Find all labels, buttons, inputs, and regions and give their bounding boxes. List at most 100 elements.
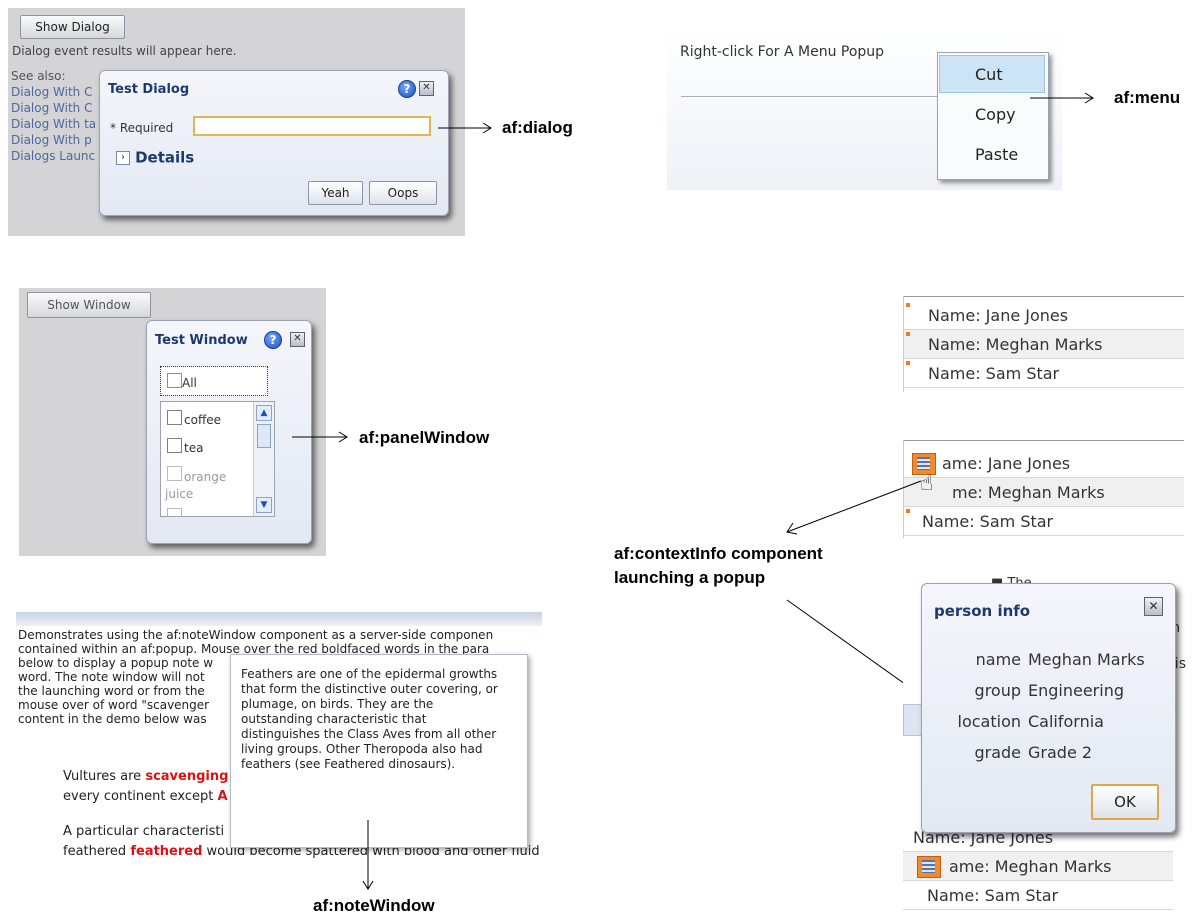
option-list[interactable]: coffee tea orange juice ▲ ▼ bbox=[160, 401, 275, 517]
show-window-button[interactable]: Show Window bbox=[27, 292, 151, 318]
context-marker bbox=[906, 332, 910, 336]
close-icon[interactable]: ✕ bbox=[1144, 597, 1163, 616]
context-menu: Cut Copy Paste bbox=[937, 52, 1049, 180]
details-label: Details bbox=[135, 148, 195, 167]
see-also-list: See also: Dialog With C Dialog With C Di… bbox=[11, 68, 96, 164]
note-header-bar bbox=[16, 612, 542, 626]
note-callout-arrow bbox=[362, 820, 374, 890]
row-label: ame: Jane Jones bbox=[942, 454, 1071, 473]
list-glyph bbox=[922, 860, 935, 873]
field-value: Meghan Marks bbox=[1028, 650, 1145, 669]
help-icon[interactable]: ? bbox=[264, 331, 282, 349]
paragraph-1: Vultures are scavenging every continent … bbox=[63, 767, 228, 807]
checkbox[interactable] bbox=[167, 508, 182, 516]
keyword-a[interactable]: A bbox=[217, 789, 227, 804]
para-line: Vultures are scavenging bbox=[63, 767, 228, 787]
dialog-demo-panel: Show Dialog Dialog event results will ap… bbox=[8, 8, 465, 236]
name-table-a: Name: Jane Jones Name: Meghan Marks Name… bbox=[903, 296, 1184, 392]
menu-demo-panel: Right-click For A Menu Popup Cut Copy Pa… bbox=[667, 28, 1062, 190]
see-also-link[interactable]: Dialog With C bbox=[11, 100, 96, 116]
menu-item-label: Cut bbox=[975, 65, 1003, 84]
checkbox[interactable] bbox=[167, 373, 182, 388]
menu-prompt: Right-click For A Menu Popup bbox=[680, 44, 885, 60]
field-label: location bbox=[957, 712, 1021, 731]
window-callout-label: af:panelWindow bbox=[359, 428, 490, 447]
menu-item-paste[interactable]: Paste bbox=[975, 145, 1018, 164]
scrollbar[interactable]: ▲ ▼ bbox=[253, 402, 274, 516]
test-window: Test Window ? ✕ All coffee tea orange ju… bbox=[146, 320, 312, 544]
show-dialog-button[interactable]: Show Dialog bbox=[20, 15, 125, 39]
see-also-link[interactable]: Dialog With p bbox=[11, 132, 96, 148]
menu-callout-label: af:menu bbox=[1114, 88, 1181, 107]
row-label: Name: Meghan Marks bbox=[928, 335, 1103, 354]
option-label: orange juice bbox=[165, 470, 227, 501]
row-label: ame: Meghan Marks bbox=[949, 857, 1112, 876]
yeah-button[interactable]: Yeah bbox=[308, 181, 363, 205]
para-text: Vultures are bbox=[63, 769, 146, 784]
field-label: group bbox=[974, 681, 1021, 700]
context-info-icon[interactable] bbox=[917, 856, 941, 878]
menu-divider bbox=[681, 96, 961, 97]
close-icon[interactable]: ✕ bbox=[290, 332, 305, 347]
checkbox[interactable] bbox=[167, 410, 182, 425]
context-marker bbox=[906, 361, 910, 365]
table-row: Name: Sam Star bbox=[904, 359, 1184, 388]
see-also-link[interactable]: Dialog With C bbox=[11, 84, 96, 100]
row-label: Name: Jane Jones bbox=[928, 306, 1069, 325]
required-label: * Required bbox=[110, 121, 174, 135]
field-value: Grade 2 bbox=[1028, 743, 1093, 762]
scroll-thumb[interactable] bbox=[257, 424, 271, 448]
required-input[interactable] bbox=[193, 116, 431, 136]
dialog-title: Test Dialog bbox=[108, 82, 190, 97]
checkbox[interactable] bbox=[167, 438, 182, 453]
note-callout-label: af:noteWindow bbox=[313, 896, 435, 915]
scroll-up-icon[interactable]: ▲ bbox=[256, 405, 272, 421]
window-callout-arrow bbox=[292, 431, 348, 443]
dialog-callout-arrow bbox=[438, 122, 492, 134]
dialog-results-text: Dialog event results will appear here. bbox=[12, 44, 237, 58]
field-label: name bbox=[975, 650, 1021, 669]
popup-title: person info bbox=[934, 602, 1031, 620]
para-line: every continent except A bbox=[63, 787, 228, 807]
dialog-callout-label: af:dialog bbox=[502, 118, 573, 137]
para-text: every continent except bbox=[63, 789, 218, 804]
ok-button[interactable]: OK bbox=[1091, 784, 1159, 820]
para-text: feathered bbox=[63, 844, 131, 859]
see-also-link[interactable]: Dialogs Launc bbox=[11, 148, 96, 164]
table-row: ame: Meghan Marks bbox=[903, 852, 1173, 881]
table-row: Name: Jane Jones bbox=[904, 301, 1184, 330]
field-label: grade bbox=[974, 743, 1021, 762]
see-also-label: See also: bbox=[11, 69, 66, 83]
keyword-feathered[interactable]: feathered bbox=[130, 844, 202, 859]
window-demo-panel: Show Window Test Window ? ✕ All coffee t… bbox=[19, 288, 326, 556]
option-label: tea bbox=[184, 441, 204, 455]
oops-button[interactable]: Oops bbox=[369, 181, 437, 205]
option-label: All bbox=[182, 376, 197, 390]
help-icon[interactable]: ? bbox=[398, 80, 416, 98]
note-window: Feathers are one of the epidermal growth… bbox=[230, 654, 528, 848]
context-marker bbox=[906, 303, 910, 307]
intro-line: Demonstrates using the af:noteWindow com… bbox=[18, 628, 494, 642]
see-also-link[interactable]: Dialog With ta bbox=[11, 116, 96, 132]
option-label: coffee bbox=[184, 413, 221, 427]
test-dialog: Test Dialog ? ✕ * Required › Details Yea… bbox=[99, 70, 449, 216]
menu-item-copy[interactable]: Copy bbox=[975, 105, 1016, 124]
note-text: Feathers are one of the epidermal growth… bbox=[241, 667, 498, 771]
scroll-down-icon[interactable]: ▼ bbox=[256, 497, 272, 513]
field-value: Engineering bbox=[1028, 681, 1124, 700]
row-label: Name: Sam Star bbox=[927, 886, 1059, 905]
keyword-scavenging[interactable]: scavenging bbox=[145, 769, 228, 784]
table-row: Name: Sam Star bbox=[903, 881, 1173, 910]
row-label: Name: Sam Star bbox=[928, 364, 1060, 383]
disclosure-arrow-icon: › bbox=[116, 150, 130, 165]
window-title: Test Window bbox=[155, 333, 248, 348]
table-row: Name: Meghan Marks bbox=[904, 330, 1184, 359]
row-label: me: Meghan Marks bbox=[952, 483, 1105, 502]
person-info-popup: person info ✕ name Meghan Marks group En… bbox=[921, 583, 1176, 833]
select-all-option[interactable]: All bbox=[160, 366, 268, 396]
field-value: California bbox=[1028, 712, 1104, 731]
details-disclosure[interactable]: › Details bbox=[116, 147, 194, 167]
note-demo-panel: Demonstrates using the af:noteWindow com… bbox=[16, 612, 542, 868]
menu-callout-arrow bbox=[1030, 92, 1094, 104]
close-icon[interactable]: ✕ bbox=[419, 81, 434, 96]
